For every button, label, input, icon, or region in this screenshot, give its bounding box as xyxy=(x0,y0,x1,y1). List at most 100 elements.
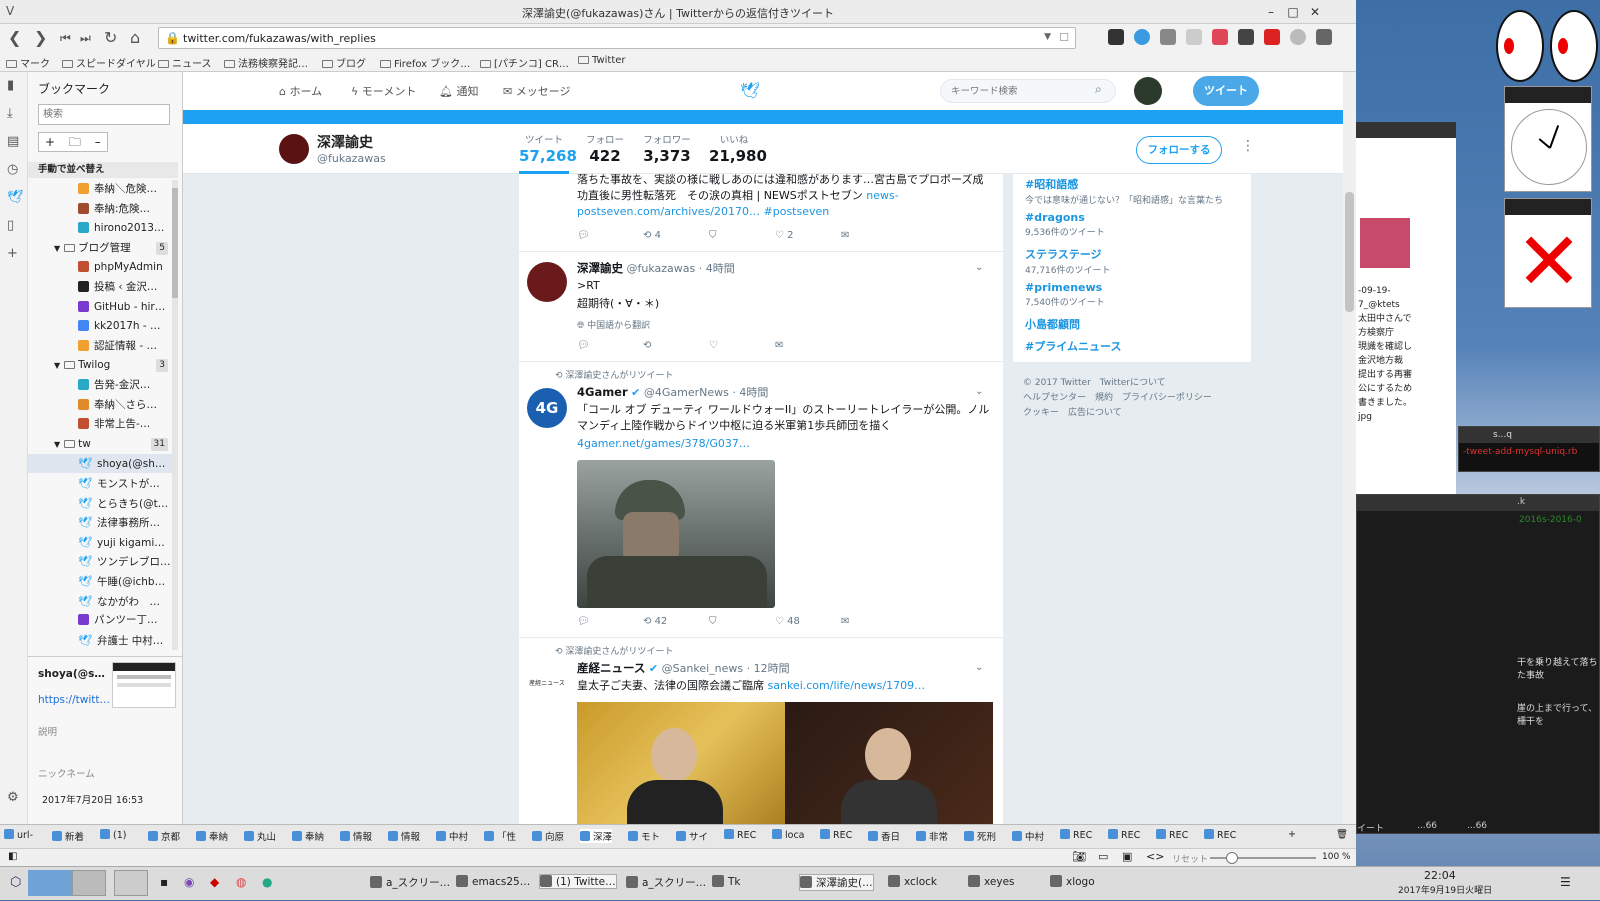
panel-toggle-icon[interactable]: ◧ xyxy=(8,851,17,862)
retweet-icon[interactable]: ⟲ 4 xyxy=(643,230,661,241)
browser-tab[interactable]: url- xyxy=(4,829,33,841)
bookmark-item[interactable]: 非常上告-… xyxy=(28,415,176,434)
maximize-button[interactable]: □ xyxy=(1284,3,1302,21)
clock-time[interactable]: 22:04 xyxy=(1424,869,1456,882)
translate-link[interactable]: 🌐︎ 中国語から翻訳 xyxy=(577,318,993,331)
chevron-down-icon[interactable]: ⌄ xyxy=(975,386,983,397)
bookmark-item[interactable]: 認証情報 - … xyxy=(28,337,176,356)
browser-tab[interactable]: REC xyxy=(1060,829,1092,841)
browser-tab[interactable]: 奉納 xyxy=(292,829,324,843)
tweet-item[interactable]: 落ちた事故を、実談の様に戦しあのには違和感があります…宮古島でプロポーズ成功直後… xyxy=(519,174,1003,252)
app-menu-icon[interactable]: ⬡ xyxy=(10,875,21,890)
bookmark-item[interactable]: 奉納＼危険… xyxy=(28,180,176,199)
emacs-launcher-icon[interactable]: ◉ xyxy=(184,875,194,889)
browser-tab[interactable]: REC xyxy=(1108,829,1140,841)
taskbar-task[interactable]: emacs25… xyxy=(456,875,530,888)
chevron-down-icon[interactable]: ⌄ xyxy=(975,662,983,673)
browser-tab[interactable]: 深澤 xyxy=(580,829,613,843)
stat-followers[interactable]: フォロワー 3,373 xyxy=(641,132,693,165)
browser-tab[interactable]: REC xyxy=(1204,829,1236,841)
footer-line[interactable]: クッキー 広告について xyxy=(1023,406,1253,421)
tweet-link[interactable]: 4gamer.net/games/378/G037… xyxy=(577,436,993,452)
stat-tweets[interactable]: ツイート 57,268 xyxy=(519,132,577,174)
browser-tab[interactable]: 非常 xyxy=(916,829,948,843)
add-panel-icon[interactable]: + xyxy=(7,246,18,261)
tweet-item[interactable]: ⟲ 深澤諭史さんがリツイート 4G 4Gamer ✔ @4GamerNews ·… xyxy=(519,362,1003,638)
tweet-button[interactable]: ツイート xyxy=(1193,76,1259,106)
chevron-down-icon[interactable]: ▼ xyxy=(54,244,60,253)
zoom-slider[interactable] xyxy=(1210,852,1316,864)
user-avatar[interactable] xyxy=(1134,77,1162,105)
tweet-author-name[interactable]: 深澤諭史 xyxy=(577,261,623,275)
twitter-panel-icon[interactable]: 🕊 xyxy=(7,190,24,205)
twitter-logo-icon[interactable]: 🕊 xyxy=(740,81,760,100)
nav-notifications[interactable]: 🔔︎ 通知 xyxy=(439,83,478,99)
history-icon[interactable]: ◷ xyxy=(7,162,18,177)
browser-tab[interactable]: 奉納 xyxy=(196,829,228,843)
chevron-down-icon[interactable]: ▼ xyxy=(54,440,60,449)
profile-name[interactable]: 深澤諭史 xyxy=(317,132,373,152)
ext-icon-4[interactable] xyxy=(1186,29,1202,45)
bookmark-item[interactable]: パンツー丁… xyxy=(28,611,176,630)
bookmark-item[interactable]: 告発-金沢… xyxy=(28,376,176,395)
browser-tab[interactable]: 死刑 xyxy=(964,829,996,843)
bookmark-item[interactable]: 🕊 なかがわ … xyxy=(28,592,176,611)
reply-icon[interactable]: 💬︎ xyxy=(577,230,590,241)
bookmark-folder[interactable]: ▼ Twilog 3 xyxy=(28,356,176,375)
browser-tab[interactable]: 情報 xyxy=(340,829,372,843)
terminal-window[interactable]: 2016s-2016-0 .k 干を乗り越えて落ちた事故 崖の上まで行って、柵干… xyxy=(1356,494,1600,834)
browser-tab[interactable]: 情報 xyxy=(388,829,420,843)
sort-header[interactable]: 手動で並べ替え xyxy=(28,162,178,178)
footer-line[interactable]: © 2017 Twitter Twitterについて xyxy=(1023,376,1253,391)
page-scrollbar[interactable] xyxy=(1343,72,1356,824)
ext-icon-9[interactable] xyxy=(1316,29,1332,45)
bookmark-folder[interactable]: ニュース xyxy=(158,55,212,70)
minimize-button[interactable]: – xyxy=(1262,3,1280,21)
shield-icon[interactable]: ⛉ xyxy=(709,230,717,241)
forward-icon[interactable]: ❯ xyxy=(34,29,47,47)
browser-tab[interactable]: 向原 xyxy=(532,829,564,843)
page-icon[interactable]: ▯ xyxy=(7,218,14,233)
bookmark-item[interactable]: hirono2013… xyxy=(28,219,176,238)
tweet-author-name[interactable]: 産経ニュース xyxy=(577,661,645,675)
dm-icon[interactable]: ✉ xyxy=(775,340,783,351)
like-icon[interactable]: ♡ xyxy=(709,340,718,351)
ext-icon-3[interactable] xyxy=(1160,29,1176,45)
reply-icon[interactable]: 💬︎ xyxy=(577,340,590,351)
trend-item[interactable]: #primenews 7,540件のツイート xyxy=(1025,281,1245,308)
home-icon[interactable]: ⌂ xyxy=(130,29,140,47)
taskbar-task[interactable]: Tk xyxy=(712,875,741,888)
nav-messages[interactable]: ✉ メッセージ xyxy=(503,83,571,99)
image-viewer-window[interactable]: -09-19- 7_@ktets 太田中さんで 方検察庁 現識を確認し 金沢地方裁 提出する… xyxy=(1356,122,1456,502)
xlogo-window[interactable]: ✕ xyxy=(1504,198,1592,308)
browser-tab[interactable]: モト xyxy=(628,829,660,843)
tweet-photo-left[interactable] xyxy=(577,702,785,824)
bookmark-folder[interactable]: Firefox ブック… xyxy=(380,55,470,70)
browser-tab[interactable]: 中村 xyxy=(1012,829,1044,843)
bookmark-item[interactable]: 投稿 ‹ 金沢… xyxy=(28,278,176,297)
new-tab-button[interactable]: + xyxy=(1288,829,1296,840)
browser-tab[interactable]: 中村 xyxy=(436,829,468,843)
download-icon[interactable]: ⤓ xyxy=(7,106,13,121)
tweet-item[interactable]: 深澤諭史 @fukazawas · 4時間 >RT 超期待(・∀・＊) 🌐︎ 中… xyxy=(519,252,1003,362)
taskbar-task[interactable]: xclock xyxy=(888,875,937,888)
zoom-reset-label[interactable]: リセット xyxy=(1172,852,1208,865)
bookmark-item[interactable]: phpMyAdmin xyxy=(28,258,176,277)
taskbar-task[interactable]: a_スクリー… xyxy=(370,875,450,890)
trend-item[interactable]: 小島都顧問 xyxy=(1025,316,1245,332)
reload-icon[interactable]: ↻ xyxy=(104,29,117,47)
browser-tab[interactable]: 新着 xyxy=(52,829,84,843)
trend-item[interactable]: #プライムニュース xyxy=(1025,338,1245,354)
remove-bookmark-button[interactable]: – xyxy=(95,135,101,149)
bookmark-item[interactable]: 🕊 ツンデレブロ… xyxy=(28,552,176,571)
profile-avatar[interactable] xyxy=(279,134,309,164)
bookmark-folder[interactable]: Twitter xyxy=(578,55,626,66)
notification-icon[interactable]: ☰ xyxy=(1560,875,1571,889)
bookmark-item[interactable]: 🕊 モンストが… xyxy=(28,474,176,493)
browser-tab[interactable]: (1) xyxy=(100,829,126,841)
browser-tab[interactable]: REC xyxy=(1156,829,1188,841)
like-icon[interactable]: ♡ 48 xyxy=(775,616,800,627)
follow-button[interactable]: フォローする xyxy=(1136,136,1222,164)
settings-icon[interactable]: ⚙ xyxy=(7,790,19,805)
detail-url[interactable]: https://twitt… xyxy=(38,694,110,706)
